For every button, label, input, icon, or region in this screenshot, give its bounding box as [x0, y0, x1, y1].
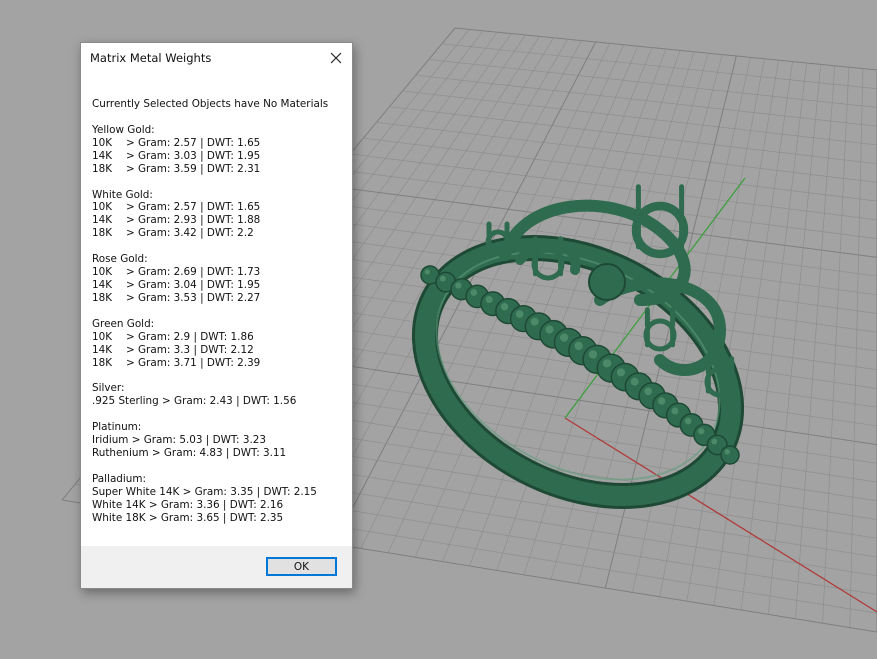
weight-row: 14K > Gram: 2.93 | DWT: 1.88	[92, 214, 346, 227]
weight-row: 18K > Gram: 3.42 | DWT: 2.2	[92, 227, 346, 240]
weight-row: 10K > Gram: 2.57 | DWT: 1.65	[92, 201, 346, 214]
weight-text: Iridium > Gram: 5.03 | DWT: 3.23	[92, 434, 267, 447]
karat-label: 18K	[92, 356, 113, 369]
bead-highlight	[574, 341, 583, 351]
materials-status-heading: Currently Selected Objects have No Mater…	[92, 98, 329, 110]
weight-row: 18K > Gram: 3.71 | DWT: 2.39	[92, 357, 346, 370]
weight-row: 14K > Gram: 3.04 | DWT: 1.95	[92, 279, 346, 292]
karat-label: 14K	[92, 214, 113, 227]
karat-label: 18K	[92, 162, 113, 175]
bead-highlight	[439, 275, 446, 282]
bead-highlight	[559, 333, 569, 342]
karat-label: 10K	[92, 266, 113, 279]
weight-value: > Gram: 3.71 | DWT: 2.39	[126, 356, 261, 369]
bead-highlight	[455, 282, 462, 289]
karat-label: 10K	[92, 136, 113, 149]
weight-value: > Gram: 3.03 | DWT: 1.95	[126, 149, 261, 162]
weight-value: > Gram: 3.04 | DWT: 1.95	[126, 278, 261, 291]
close-button[interactable]	[321, 44, 351, 72]
weight-row: 10K > Gram: 2.57 | DWT: 1.65	[92, 137, 346, 150]
weight-row: 18K > Gram: 3.59 | DWT: 2.31	[92, 163, 346, 176]
bead-highlight	[698, 428, 705, 435]
bead-highlight	[470, 289, 478, 296]
karat-label: 18K	[92, 227, 113, 240]
metal-section: Silver: .925 Sterling > Gram: 2.43 | DWT:…	[92, 382, 346, 408]
bead-highlight	[630, 377, 639, 386]
weight-row: 18K > Gram: 3.53 | DWT: 2.27	[92, 292, 346, 305]
metal-weights-dialog: Matrix Metal Weights Currently Selected …	[80, 42, 353, 589]
karat-label: 14K	[92, 343, 113, 356]
bead-highlight	[485, 295, 493, 304]
weight-value: > Gram: 2.69 | DWT: 1.73	[126, 266, 261, 279]
weight-text: Ruthenium > Gram: 4.83 | DWT: 3.11	[92, 447, 287, 460]
bead-highlight	[671, 407, 679, 415]
weight-row: 14K > Gram: 3.03 | DWT: 1.95	[92, 150, 346, 163]
weight-text: White 18K > Gram: 3.65 | DWT: 2.35	[92, 511, 284, 524]
weight-value: > Gram: 3.42 | DWT: 2.2	[126, 227, 254, 240]
bead-highlight	[657, 397, 666, 405]
weight-text: White 14K > Gram: 3.36 | DWT: 2.16	[92, 498, 284, 511]
metal-section: Palladium: Super White 14K > Gram: 3.35 |…	[92, 473, 346, 525]
metal-section: White Gold: 10K > Gram: 2.57 | DWT: 1.65 14…	[92, 189, 346, 241]
weight-row: White 14K > Gram: 3.36 | DWT: 2.16	[92, 499, 346, 512]
metal-section: Platinum: Iridium > Gram: 5.03 | DWT: 3.2…	[92, 421, 346, 460]
bead-highlight	[616, 368, 626, 377]
bead-highlight	[530, 317, 539, 326]
weight-value: > Gram: 3.3 | DWT: 2.12	[126, 343, 254, 356]
weight-value: > Gram: 3.59 | DWT: 2.31	[126, 162, 261, 175]
weight-value: > Gram: 2.57 | DWT: 1.65	[126, 201, 261, 214]
bead-highlight	[515, 310, 524, 318]
metal-section: Yellow Gold: 10K > Gram: 2.57 | DWT: 1.65 1…	[92, 124, 346, 176]
metal-section-title: Platinum:	[92, 421, 142, 434]
weight-value: > Gram: 3.53 | DWT: 2.27	[126, 291, 261, 304]
metal-section: Green Gold: 10K > Gram: 2.9 | DWT: 1.86 14K…	[92, 318, 346, 370]
center-bead	[588, 263, 626, 301]
weight-row: Super White 14K > Gram: 3.35 | DWT: 2.15	[92, 486, 346, 499]
metal-section-title: Silver:	[92, 382, 125, 395]
weight-row: .925 Sterling > Gram: 2.43 | DWT: 1.56	[92, 395, 346, 408]
dialog-title: Matrix Metal Weights	[90, 51, 212, 65]
karat-label: 18K	[92, 291, 113, 304]
weight-row: Iridium > Gram: 5.03 | DWT: 3.23	[92, 434, 346, 447]
weight-row: 10K > Gram: 2.69 | DWT: 1.73	[92, 266, 346, 279]
karat-label: 10K	[92, 201, 113, 214]
weight-text: Super White 14K > Gram: 3.35 | DWT: 2.15	[92, 485, 317, 498]
metal-section-title: White Gold:	[92, 188, 153, 201]
dialog-footer: OK	[81, 546, 352, 588]
karat-label: 14K	[92, 278, 113, 291]
dialog-titlebar[interactable]: Matrix Metal Weights	[81, 43, 352, 74]
weight-value: > Gram: 2.57 | DWT: 1.65	[126, 136, 261, 149]
metal-sections: Yellow Gold: 10K > Gram: 2.57 | DWT: 1.65 1…	[92, 124, 346, 525]
metal-section-title: Yellow Gold:	[92, 123, 155, 136]
bead-highlight	[644, 387, 653, 396]
weight-row: Ruthenium > Gram: 4.83 | DWT: 3.11	[92, 447, 346, 460]
weight-value: > Gram: 2.93 | DWT: 1.88	[126, 214, 261, 227]
metal-section-title: Palladium:	[92, 472, 146, 485]
karat-label: 14K	[92, 149, 113, 162]
metal-section-title: Green Gold:	[92, 317, 155, 330]
bead-highlight	[602, 359, 612, 368]
bead-highlight	[545, 325, 554, 334]
ok-button[interactable]: OK	[266, 557, 337, 576]
weight-value: > Gram: 2.9 | DWT: 1.86	[126, 330, 254, 343]
metal-section: Rose Gold: 10K > Gram: 2.69 | DWT: 1.73 14K…	[92, 253, 346, 305]
weight-row: 10K > Gram: 2.9 | DWT: 1.86	[92, 331, 346, 344]
bead	[720, 445, 740, 465]
bead-highlight	[424, 269, 430, 275]
metal-section-title: Rose Gold:	[92, 253, 148, 266]
karat-label: 10K	[92, 330, 113, 343]
bead-highlight	[684, 417, 692, 425]
close-icon	[330, 52, 342, 64]
weight-text: .925 Sterling > Gram: 2.43 | DWT: 1.56	[92, 395, 297, 408]
bead-highlight	[500, 302, 509, 311]
bead-highlight	[588, 350, 598, 359]
bead-highlight	[711, 438, 718, 445]
weight-row: 14K > Gram: 3.3 | DWT: 2.12	[92, 344, 346, 357]
dialog-content: Currently Selected Objects have No Mater…	[92, 98, 346, 538]
bead-highlight	[724, 449, 730, 455]
weight-row: White 18K > Gram: 3.65 | DWT: 2.35	[92, 512, 346, 525]
